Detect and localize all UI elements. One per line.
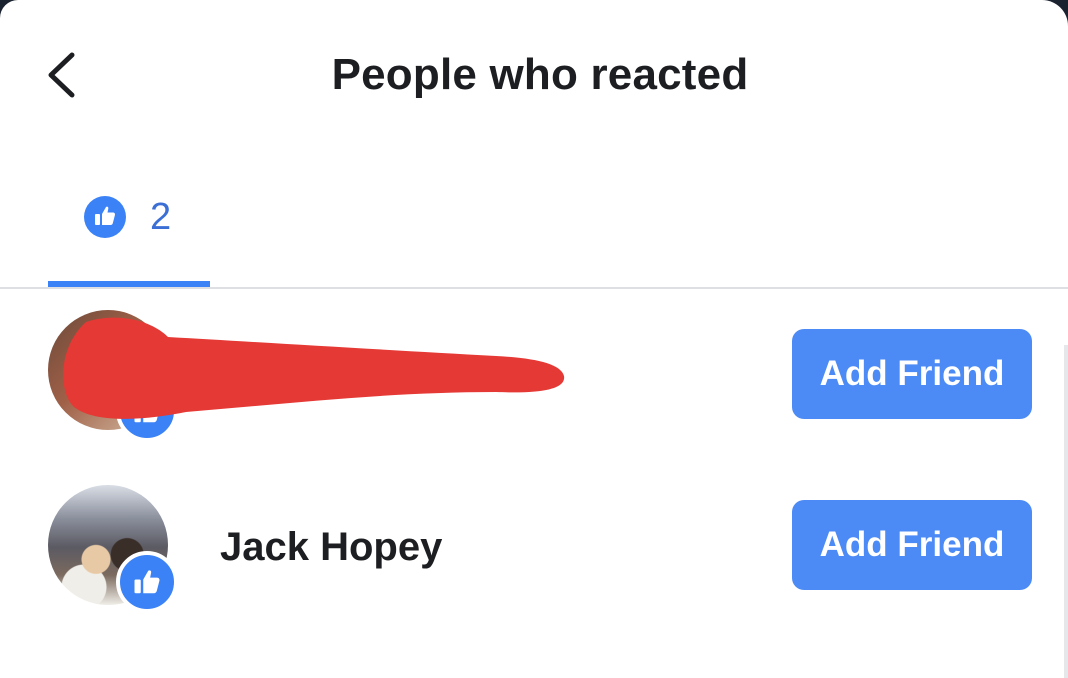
thumbs-up-icon xyxy=(116,551,178,613)
divider xyxy=(0,287,1068,289)
page-title: People who reacted xyxy=(331,50,749,99)
add-friend-button[interactable]: Add Friend xyxy=(792,500,1032,590)
reaction-tabs: 2 xyxy=(0,180,1068,288)
reactions-sheet: People who reacted 2 Add Friend Jack Hop… xyxy=(0,0,1068,678)
reaction-count: 2 xyxy=(150,196,172,238)
thumbs-up-icon xyxy=(84,196,126,238)
add-friend-button[interactable]: Add Friend xyxy=(792,329,1032,419)
person-name[interactable]: Jack Hopey xyxy=(220,525,442,570)
redaction-scribble xyxy=(63,317,565,419)
tab-like[interactable]: 2 xyxy=(48,180,210,288)
scrollbar[interactable] xyxy=(1064,345,1068,678)
header: People who reacted xyxy=(0,0,1068,150)
list-item[interactable]: Jack Hopey Add Friend xyxy=(0,475,1068,635)
list-item[interactable]: Add Friend xyxy=(0,300,1068,460)
